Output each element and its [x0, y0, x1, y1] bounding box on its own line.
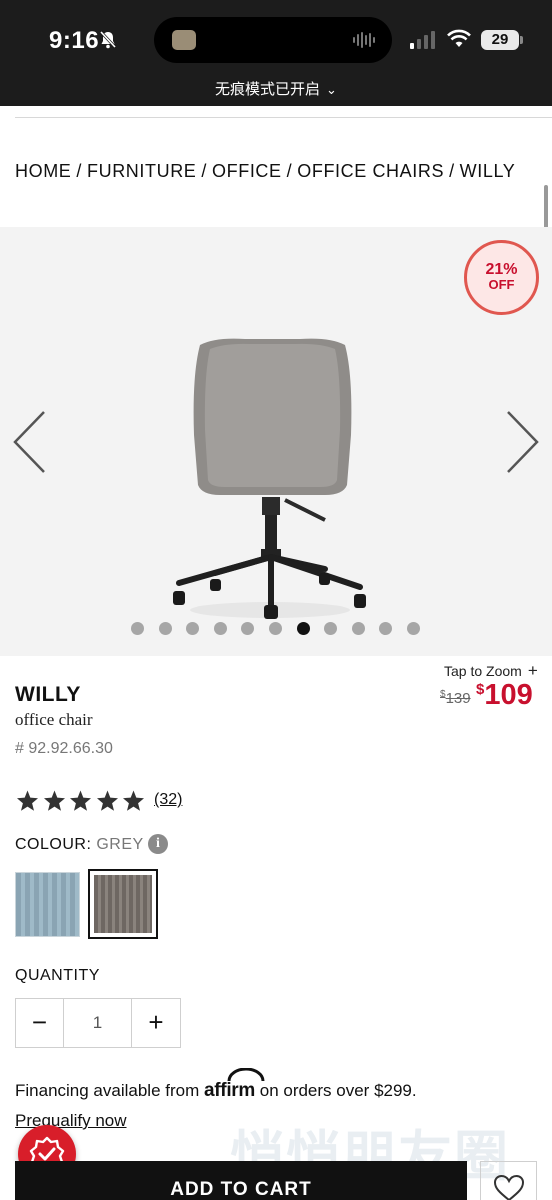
breadcrumb-separator: / — [201, 161, 208, 181]
product-name: WILLY — [15, 683, 81, 706]
affirm-logo: affirm — [204, 1068, 265, 1101]
colour-value: GREY — [96, 836, 144, 853]
star-icon — [17, 790, 38, 811]
audio-wave-icon — [353, 32, 375, 48]
breadcrumb-separator: / — [76, 161, 83, 181]
breadcrumb-home[interactable]: HOME — [15, 161, 71, 181]
status-bar: 9:16 29 无痕模式已开启 ⌄ — [0, 0, 552, 106]
divider — [15, 117, 552, 118]
star-icon — [123, 790, 144, 811]
gallery-dot[interactable] — [131, 622, 144, 635]
tap-to-zoom[interactable]: Tap to Zoom + — [444, 661, 538, 681]
bell-slash-icon — [99, 30, 117, 49]
chevron-right-icon[interactable] — [504, 410, 540, 474]
gallery-dot[interactable] — [407, 622, 420, 635]
discount-off-label: OFF — [488, 277, 515, 292]
breadcrumb-separator: / — [449, 161, 455, 181]
sale-price-value: 109 — [484, 679, 533, 711]
star-icon — [43, 790, 65, 811]
breadcrumb-office[interactable]: OFFICE — [212, 161, 282, 181]
breadcrumb-furniture[interactable]: FURNITURE — [87, 161, 196, 181]
heart-icon — [493, 1174, 525, 1200]
wishlist-button[interactable] — [480, 1161, 537, 1200]
colour-label: COLOUR: GREY — [15, 836, 144, 854]
gallery-dot[interactable] — [351, 622, 365, 635]
gallery-dot[interactable] — [296, 622, 310, 635]
quantity-decrease-button[interactable]: − — [16, 999, 64, 1047]
info-icon[interactable]: i — [148, 834, 168, 854]
quantity-increase-button[interactable]: + — [132, 999, 180, 1047]
quantity-input[interactable]: 1 — [64, 999, 132, 1047]
reviews-link[interactable]: (32) — [154, 791, 182, 809]
clock: 9:16 — [49, 27, 100, 54]
tap-to-zoom-label: Tap to Zoom — [444, 663, 522, 679]
gallery-dot[interactable] — [213, 622, 227, 635]
breadcrumb-separator: / — [286, 161, 293, 181]
battery-icon: 29 — [481, 30, 519, 50]
incognito-label: 无痕模式已开启 — [215, 80, 321, 98]
chevron-down-icon: ⌄ — [326, 83, 337, 98]
swatch-grey[interactable] — [88, 869, 158, 939]
breadcrumb-current: WILLY — [459, 161, 516, 181]
gallery-dot[interactable] — [158, 622, 172, 635]
product-sku: # 92.92.66.30 — [15, 740, 113, 757]
add-to-cart-button[interactable]: ADD TO CART — [15, 1161, 467, 1200]
battery-tip — [520, 36, 523, 44]
gallery-dot[interactable] — [269, 622, 282, 635]
financing-text: Financing available from affirm on order… — [15, 1068, 417, 1102]
discount-percent: 21% — [485, 261, 518, 278]
product-type: office chair — [15, 710, 93, 729]
star-icon — [70, 790, 91, 811]
colour-label-text: COLOUR: — [15, 836, 92, 853]
star-icon — [96, 790, 118, 811]
breadcrumb-office-chairs[interactable]: OFFICE CHAIRS — [297, 161, 444, 181]
quantity-label: QUANTITY — [15, 967, 100, 984]
swatch-grey-fabric — [94, 875, 152, 933]
incognito-banner[interactable]: 无痕模式已开启 ⌄ — [0, 78, 552, 99]
breadcrumb: HOME / FURNITURE / OFFICE / OFFICE CHAIRS / WILL… — [15, 161, 515, 182]
dynamic-island — [154, 17, 392, 63]
quantity-stepper: − 1 + — [15, 998, 181, 1048]
discount-badge: 21% OFF — [464, 240, 539, 315]
app-thumbnail-icon — [172, 30, 196, 50]
financing-suffix: on orders over $299. — [259, 1081, 417, 1100]
wifi-icon — [447, 29, 471, 47]
affirm-brand: affirm — [204, 1080, 255, 1101]
original-price-value: 139 — [445, 690, 471, 707]
swatch-blue[interactable] — [15, 872, 80, 937]
sale-price: $109 — [476, 679, 533, 712]
financing-prefix: Financing available from — [15, 1081, 200, 1100]
chevron-left-icon[interactable] — [12, 410, 48, 474]
product-image[interactable] — [165, 335, 380, 625]
signal-icon — [410, 31, 435, 49]
zoom-plus-icon: + — [527, 661, 538, 680]
affirm-arc-icon — [227, 1068, 265, 1082]
original-price: $139 — [440, 689, 471, 707]
